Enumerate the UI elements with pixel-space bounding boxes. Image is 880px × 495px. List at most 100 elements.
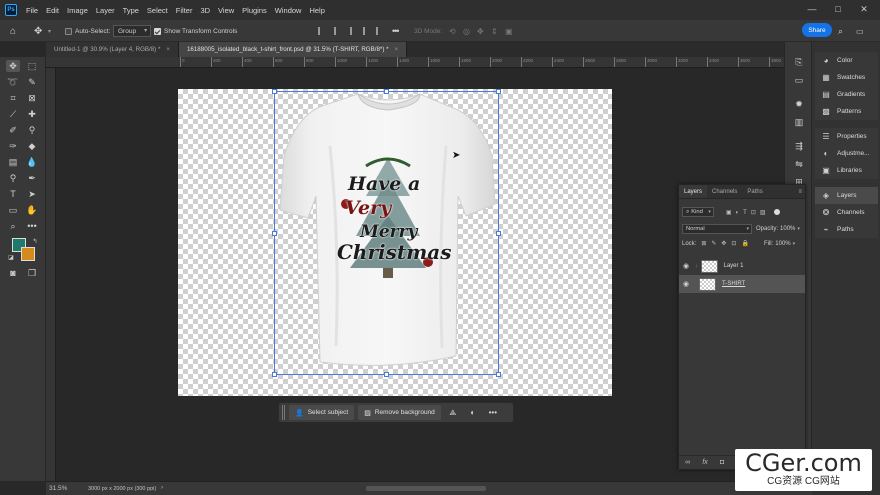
3d-scale-icon[interactable]: ▣: [505, 24, 513, 38]
panel-swatches[interactable]: ▦ Swatches: [815, 69, 878, 86]
align-right-icon[interactable]: [350, 27, 358, 35]
transform-handle-top-left[interactable]: [272, 89, 277, 94]
screen-mode-icon[interactable]: ❐: [25, 267, 39, 279]
link-layers-icon[interactable]: ∞: [685, 459, 690, 466]
stamp-tool-icon[interactable]: ⚲: [25, 124, 39, 136]
panel-patterns[interactable]: ▩ Patterns: [815, 103, 878, 120]
transform-handle-bottom-right[interactable]: [496, 372, 501, 377]
menu-layer[interactable]: Layer: [92, 6, 119, 15]
brush-tool-icon[interactable]: ✐: [6, 124, 20, 136]
transform-handle-left[interactable]: [272, 231, 277, 236]
menu-edit[interactable]: Edit: [42, 6, 63, 15]
character-icon[interactable]: ⇋: [793, 158, 805, 170]
menu-window[interactable]: Window: [271, 6, 306, 15]
layer-filter-icons[interactable]: ▣◐T⊡▨: [726, 209, 770, 216]
panel-properties[interactable]: ☰ Properties: [815, 128, 878, 145]
quick-mask-icon[interactable]: ◙: [6, 267, 20, 279]
layer-filter-dropdown[interactable]: ⌕ Kind: [682, 207, 714, 217]
history-icon[interactable]: ⎘: [793, 56, 805, 68]
add-mask-icon[interactable]: ◘: [720, 459, 724, 466]
menu-3d[interactable]: 3D: [196, 6, 214, 15]
panel-libraries[interactable]: ▣ Libraries: [815, 162, 878, 179]
pen-tool-icon[interactable]: ✒: [25, 172, 39, 184]
layer-name[interactable]: Layer 1: [724, 263, 744, 269]
3d-orbit-icon[interactable]: ⟲: [449, 24, 456, 38]
panel-gradients[interactable]: ▤ Gradients: [815, 86, 878, 103]
transform-handle-bottom-left[interactable]: [272, 372, 277, 377]
fill-value[interactable]: 100%: [775, 241, 790, 247]
drag-handle-icon[interactable]: [282, 405, 285, 420]
3d-slide-icon[interactable]: ⇕: [491, 24, 498, 38]
panel-layers[interactable]: ◈ Layers: [815, 187, 878, 204]
edit-toolbar-icon[interactable]: •••: [25, 220, 39, 232]
3d-roll-icon[interactable]: ◎: [463, 24, 470, 38]
show-transform-checkbox[interactable]: [154, 27, 161, 35]
eyedropper-tool-icon[interactable]: ⟋: [6, 108, 20, 120]
brush-settings-icon[interactable]: ✹: [793, 98, 805, 110]
close-window-icon[interactable]: ✕: [856, 2, 872, 16]
transform-handle-bottom[interactable]: [384, 372, 389, 377]
history-brush-tool-icon[interactable]: ✑: [6, 140, 20, 152]
background-color-swatch[interactable]: [21, 247, 35, 261]
adjustment-icon[interactable]: ◐: [465, 405, 481, 420]
menu-type[interactable]: Type: [119, 6, 143, 15]
opacity-chevron-icon[interactable]: ▾: [797, 226, 800, 232]
quick-select-tool-icon[interactable]: ✎: [25, 76, 39, 88]
layer-name[interactable]: T-SHIRT: [722, 281, 745, 287]
close-tab-icon[interactable]: ×: [395, 46, 399, 53]
lasso-tool-icon[interactable]: ➰: [6, 76, 20, 88]
zoom-level[interactable]: 31.5%: [49, 485, 67, 492]
move-tool-icon[interactable]: ✥: [6, 60, 20, 72]
tab-layers[interactable]: Layers: [679, 185, 708, 198]
paragraph-icon[interactable]: ⇶: [793, 140, 805, 152]
layer-item-layer-1[interactable]: ◉ ↓ Layer 1: [679, 257, 805, 275]
3d-pan-icon[interactable]: ✥: [477, 24, 484, 38]
hand-tool-icon[interactable]: ✋: [25, 204, 39, 216]
visibility-eye-icon[interactable]: ◉: [683, 262, 693, 270]
show-transform-option[interactable]: Show Transform Controls: [154, 24, 237, 38]
menu-view[interactable]: View: [214, 6, 238, 15]
home-icon[interactable]: ⌂: [10, 24, 16, 38]
move-tool-icon[interactable]: ✥: [34, 24, 42, 38]
gradient-tool-icon[interactable]: ▤: [6, 156, 20, 168]
frame-tool-icon[interactable]: ⊠: [25, 92, 39, 104]
menu-plugins[interactable]: Plugins: [238, 6, 271, 15]
tab-paths[interactable]: Paths: [742, 185, 767, 198]
menu-help[interactable]: Help: [305, 6, 328, 15]
opacity-value[interactable]: 100%: [780, 226, 795, 232]
transform-handle-top[interactable]: [384, 89, 389, 94]
layer-style-button[interactable]: fx: [702, 459, 707, 466]
panel-channels[interactable]: ❂ Channels: [815, 204, 878, 221]
comments-icon[interactable]: ▭: [793, 74, 805, 86]
panel-paths[interactable]: ⌁ Paths: [815, 221, 878, 238]
status-menu-chevron-icon[interactable]: ›: [161, 485, 163, 491]
panel-adjustments[interactable]: ◐ Adjustme...: [815, 145, 878, 162]
close-tab-icon[interactable]: ×: [166, 46, 170, 53]
transform-icon[interactable]: ⟁: [445, 405, 461, 420]
visibility-eye-icon[interactable]: ◉: [683, 280, 693, 288]
blur-tool-icon[interactable]: 💧: [25, 156, 39, 168]
transform-handle-right[interactable]: [496, 231, 501, 236]
menu-image[interactable]: Image: [63, 6, 92, 15]
eraser-tool-icon[interactable]: ◆: [25, 140, 39, 152]
select-subject-button[interactable]: 👤 Select subject: [289, 405, 355, 420]
tab-tshirt-psd[interactable]: 16188005_isolated_black_t-shirt_front.ps…: [178, 42, 408, 57]
marquee-tool-icon[interactable]: ⬚: [25, 60, 39, 72]
default-colors-icon[interactable]: ◪: [4, 251, 18, 263]
remove-background-button[interactable]: ▨ Remove background: [358, 405, 441, 420]
panel-color[interactable]: ◕ Color: [815, 52, 878, 69]
menu-filter[interactable]: Filter: [172, 6, 197, 15]
menu-select[interactable]: Select: [143, 6, 172, 15]
layer-item-tshirt[interactable]: ◉ T-SHIRT: [679, 275, 805, 293]
tab-channels[interactable]: Channels: [707, 185, 742, 198]
auto-select-checkbox[interactable]: [65, 27, 72, 35]
transform-bounding-box[interactable]: [272, 89, 501, 377]
healing-brush-tool-icon[interactable]: ✚: [25, 108, 39, 120]
more-options-button[interactable]: •••: [392, 24, 400, 38]
align-center-icon[interactable]: [334, 27, 342, 35]
panel-menu-icon[interactable]: ≡: [798, 185, 802, 198]
align-left-icon[interactable]: [318, 27, 326, 35]
align-top-icon[interactable]: [363, 27, 371, 35]
blend-mode-dropdown[interactable]: Normal: [682, 224, 752, 234]
path-select-tool-icon[interactable]: ➤: [25, 188, 39, 200]
